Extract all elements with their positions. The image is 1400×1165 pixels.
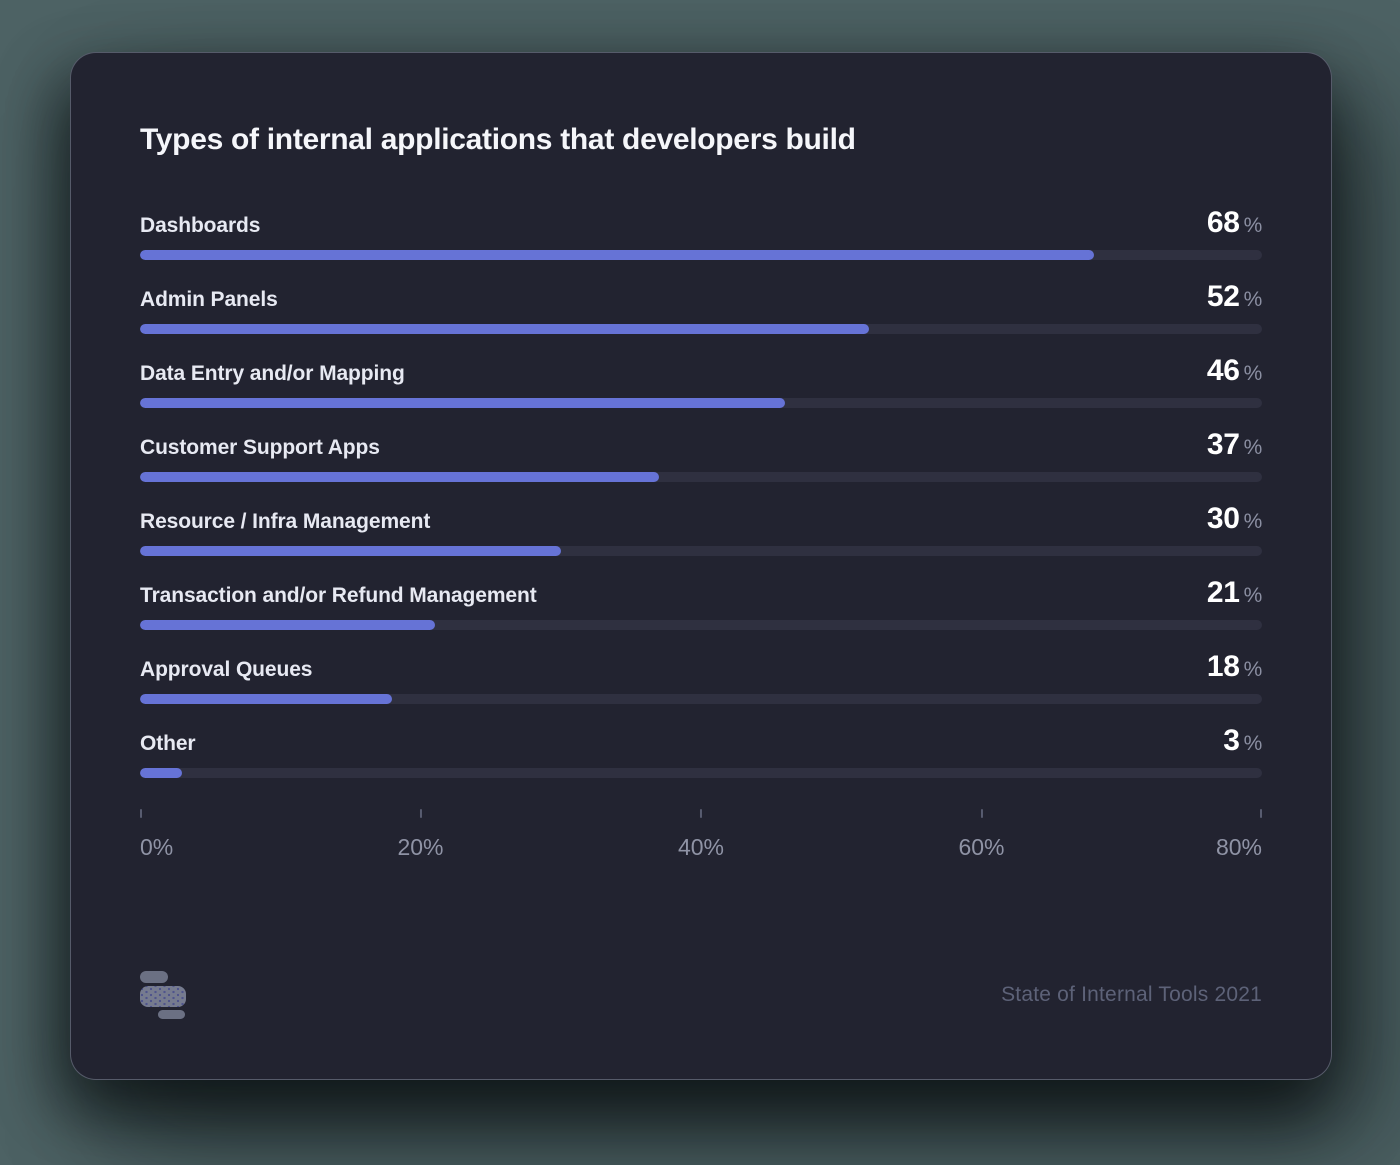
row-value: 52% bbox=[1207, 281, 1262, 316]
bar-track bbox=[140, 620, 1262, 630]
bar-row: Transaction and/or Refund Management 21% bbox=[140, 577, 1262, 630]
bar-rows: Dashboards 68% Admin Panels 52% Data Ent… bbox=[140, 207, 1262, 778]
value-number: 21 bbox=[1207, 576, 1240, 609]
bar-row: Approval Queues 18% bbox=[140, 651, 1262, 704]
tick-mark bbox=[700, 809, 702, 818]
bar-track bbox=[140, 694, 1262, 704]
row-value: 3% bbox=[1223, 725, 1262, 760]
source-text: State of Internal Tools 2021 bbox=[1001, 983, 1262, 1007]
logo-bar-bottom bbox=[158, 1010, 185, 1019]
row-label: Other bbox=[140, 732, 196, 756]
value-number: 3 bbox=[1223, 724, 1239, 757]
tick-label: 60% bbox=[958, 834, 1004, 861]
bar-fill bbox=[140, 250, 1094, 260]
axis-tick: 20% bbox=[397, 809, 443, 861]
tick-mark bbox=[1260, 809, 1262, 818]
value-number: 52 bbox=[1207, 280, 1240, 313]
bar-track bbox=[140, 324, 1262, 334]
bar-track bbox=[140, 398, 1262, 408]
row-label: Resource / Infra Management bbox=[140, 510, 430, 534]
percent-sign: % bbox=[1244, 214, 1262, 237]
tick-mark bbox=[980, 809, 982, 818]
tick-mark bbox=[419, 809, 421, 818]
bar-fill bbox=[140, 546, 561, 556]
bar-fill bbox=[140, 324, 869, 334]
bar-track bbox=[140, 472, 1262, 482]
bar-row: Resource / Infra Management 30% bbox=[140, 503, 1262, 556]
value-number: 30 bbox=[1207, 502, 1240, 535]
chart-title: Types of internal applications that deve… bbox=[140, 123, 1262, 157]
bar-fill bbox=[140, 620, 435, 630]
row-label: Admin Panels bbox=[140, 288, 278, 312]
bar-track bbox=[140, 768, 1262, 778]
tick-label: 0% bbox=[140, 834, 173, 861]
bar-row: Data Entry and/or Mapping 46% bbox=[140, 355, 1262, 408]
axis-tick: 40% bbox=[678, 809, 724, 861]
bar-fill bbox=[140, 768, 182, 778]
tick-mark bbox=[140, 809, 142, 818]
bar-fill bbox=[140, 694, 392, 704]
axis-tick: 0% bbox=[140, 809, 173, 861]
value-number: 18 bbox=[1207, 650, 1240, 683]
row-label: Approval Queues bbox=[140, 658, 312, 682]
chart-card: Types of internal applications that deve… bbox=[70, 52, 1332, 1080]
axis-tick: 80% bbox=[1216, 809, 1262, 861]
bar-fill bbox=[140, 472, 659, 482]
row-label: Data Entry and/or Mapping bbox=[140, 362, 405, 386]
percent-sign: % bbox=[1244, 288, 1262, 311]
tick-label: 80% bbox=[1216, 834, 1262, 861]
row-value: 21% bbox=[1207, 577, 1262, 612]
logo-bar-top bbox=[140, 971, 168, 983]
axis-tick: 60% bbox=[958, 809, 1004, 861]
tick-label: 20% bbox=[397, 834, 443, 861]
x-axis: 0% 20% 40% 60% 80% bbox=[140, 809, 1262, 861]
row-value: 46% bbox=[1207, 355, 1262, 390]
bar-fill bbox=[140, 398, 785, 408]
bar-track bbox=[140, 546, 1262, 556]
logo-bar-middle bbox=[140, 986, 186, 1007]
row-value: 30% bbox=[1207, 503, 1262, 538]
row-value: 37% bbox=[1207, 429, 1262, 464]
row-label: Customer Support Apps bbox=[140, 436, 380, 460]
bar-row: Dashboards 68% bbox=[140, 207, 1262, 260]
percent-sign: % bbox=[1244, 362, 1262, 385]
retool-logo-icon bbox=[140, 971, 186, 1019]
bar-row: Customer Support Apps 37% bbox=[140, 429, 1262, 482]
bar-row: Other 3% bbox=[140, 725, 1262, 778]
bar-row: Admin Panels 52% bbox=[140, 281, 1262, 334]
row-value: 68% bbox=[1207, 207, 1262, 242]
chart-footer: State of Internal Tools 2021 bbox=[140, 971, 1262, 1019]
bar-track bbox=[140, 250, 1262, 260]
percent-sign: % bbox=[1244, 658, 1262, 681]
percent-sign: % bbox=[1244, 732, 1262, 755]
value-number: 68 bbox=[1207, 206, 1240, 239]
percent-sign: % bbox=[1244, 584, 1262, 607]
row-label: Dashboards bbox=[140, 214, 260, 238]
row-label: Transaction and/or Refund Management bbox=[140, 584, 537, 608]
value-number: 46 bbox=[1207, 354, 1240, 387]
row-value: 18% bbox=[1207, 651, 1262, 686]
percent-sign: % bbox=[1244, 436, 1262, 459]
tick-label: 40% bbox=[678, 834, 724, 861]
percent-sign: % bbox=[1244, 510, 1262, 533]
value-number: 37 bbox=[1207, 428, 1240, 461]
